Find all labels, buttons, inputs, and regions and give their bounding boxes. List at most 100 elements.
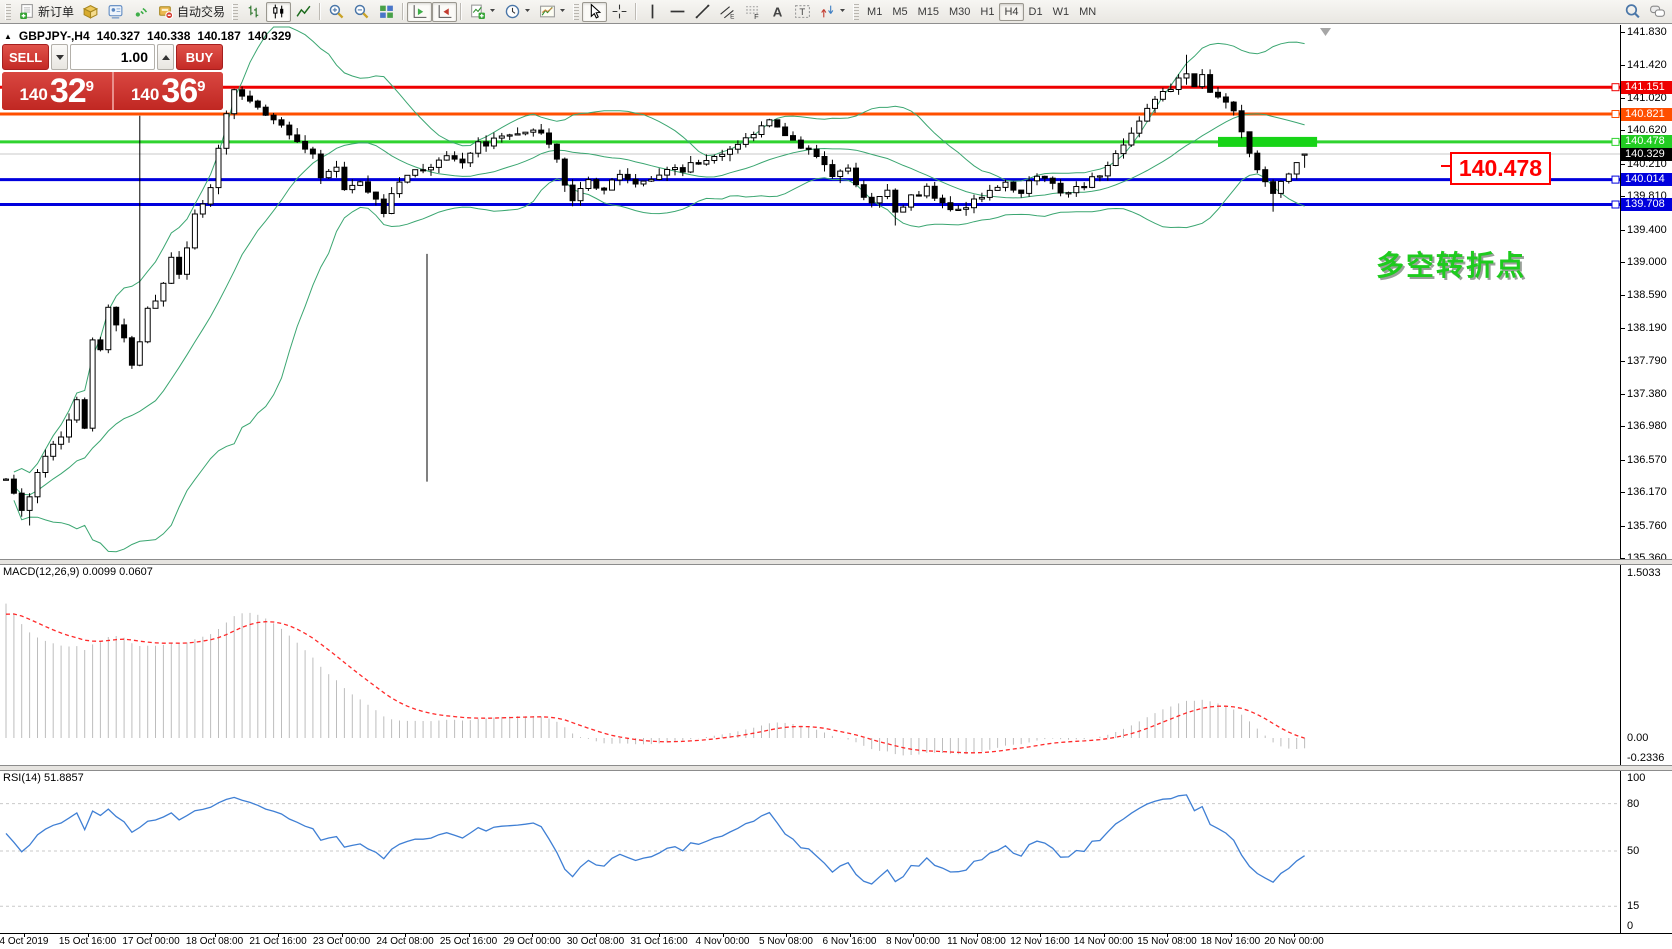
signals-button[interactable] [128, 2, 153, 22]
vertical-line-button[interactable] [640, 2, 665, 22]
cursor-button[interactable] [582, 2, 607, 22]
autotrade-button-label: 自动交易 [177, 3, 225, 20]
time-tick-label: 18 Nov 16:00 [1201, 936, 1261, 947]
toolbar-grip[interactable] [573, 4, 579, 20]
chat-button[interactable] [1645, 2, 1670, 22]
timeframe-M30[interactable]: M30 [944, 3, 975, 21]
sell-button[interactable]: SELL [2, 44, 49, 70]
chart-shift-button[interactable] [432, 2, 457, 22]
price-tick-mark [1621, 262, 1625, 263]
volume-decrease-button[interactable] [51, 44, 68, 70]
time-tick-label: 31 Oct 16:00 [630, 936, 687, 947]
rsi-axis-label: 50 [1627, 845, 1639, 857]
trendline-button[interactable] [690, 2, 715, 22]
terminal-button[interactable] [103, 2, 128, 22]
shapes-button[interactable] [815, 2, 850, 22]
price-tick-label: 141.020 [1627, 92, 1667, 104]
toolbar-grip[interactable] [5, 4, 11, 20]
label-button[interactable]: T [790, 2, 815, 22]
main-chart-canvas[interactable] [0, 25, 1620, 565]
time-axis[interactable]: 4 Oct 201915 Oct 16:0017 Oct 00:0018 Oct… [0, 933, 1672, 949]
label-icon: T [794, 3, 811, 20]
text-button[interactable]: A [765, 2, 790, 22]
fibonacci-button[interactable]: F [740, 2, 765, 22]
timeframe-H1[interactable]: H1 [975, 3, 999, 21]
line-chart-button[interactable] [291, 2, 316, 22]
bid-price-button[interactable]: 140 32 9 [2, 72, 114, 110]
zoom-out-button[interactable] [349, 2, 374, 22]
time-tick-label: 15 Nov 08:00 [1137, 936, 1197, 947]
turning-point-annotation[interactable]: 多空转折点 [1376, 244, 1526, 284]
channel-icon: E [719, 3, 736, 20]
ohlc-open: 140.327 [97, 29, 140, 43]
horizontal-line-button[interactable] [665, 2, 690, 22]
pane-separator-macd[interactable] [0, 559, 1672, 565]
chart-region[interactable]: 141.830141.420141.020140.620140.210139.8… [0, 25, 1672, 949]
time-tick-label: 4 Nov 00:00 [696, 936, 750, 947]
macd-axis-label: -0.2336 [1627, 752, 1664, 764]
price-axis[interactable]: 141.830141.420141.020140.620140.210139.8… [1621, 25, 1672, 560]
channel-button[interactable]: E [715, 2, 740, 22]
toolbar-grip[interactable] [853, 4, 859, 20]
bar-chart-button[interactable] [241, 2, 266, 22]
timeframe-M15[interactable]: M15 [913, 3, 944, 21]
price-tick-label: 135.760 [1627, 520, 1667, 532]
auto-scroll-button[interactable] [407, 2, 432, 22]
time-tick-label: 17 Oct 00:00 [122, 936, 179, 947]
price-callout-box[interactable]: 140.478 [1450, 152, 1551, 185]
tile-windows-icon [378, 3, 395, 20]
chevron-down-icon [489, 2, 496, 21]
time-tick-label: 11 Nov 08:00 [947, 936, 1006, 947]
price-tick-mark [1621, 130, 1625, 131]
autotrade-icon [157, 3, 174, 20]
price-tick-label: 139.400 [1627, 224, 1667, 236]
price-marker-140.478: 140.478 [1621, 135, 1672, 148]
crosshair-icon [611, 3, 628, 20]
timeframe-M5[interactable]: M5 [887, 3, 912, 21]
new-order-button[interactable]: 新订单 [14, 2, 78, 22]
periods-button[interactable] [500, 2, 535, 22]
timeframe-MN[interactable]: MN [1074, 3, 1101, 21]
price-tick-mark [1621, 295, 1625, 296]
timeframe-D1[interactable]: D1 [1024, 3, 1048, 21]
bid-big-digits: 32 [50, 74, 86, 108]
callout-connector [1441, 165, 1450, 167]
volume-increase-button[interactable] [157, 44, 174, 70]
zoom-in-button[interactable] [324, 2, 349, 22]
buy-button[interactable]: BUY [176, 44, 223, 70]
pane-separator-rsi[interactable] [0, 765, 1672, 771]
ohlc-high: 140.338 [147, 29, 190, 43]
price-tick-label: 136.570 [1627, 454, 1667, 466]
volume-input[interactable] [70, 44, 155, 70]
macd-pane-canvas[interactable] [0, 564, 1620, 770]
crosshair-button[interactable] [607, 2, 632, 22]
autotrade-button[interactable]: 自动交易 [153, 2, 229, 22]
bar-chart-icon [245, 3, 262, 20]
candlestick-chart-button[interactable] [266, 2, 291, 22]
timeframe-W1[interactable]: W1 [1048, 3, 1075, 21]
ask-pip-digit: 9 [197, 79, 205, 94]
price-tick-label: 138.590 [1627, 289, 1667, 301]
tile-windows-button[interactable] [374, 2, 399, 22]
metaeditor-button[interactable] [78, 2, 103, 22]
ask-price-button[interactable]: 140 36 9 [114, 72, 224, 110]
timeframe-M1[interactable]: M1 [862, 3, 887, 21]
price-marker-140.329: 140.329 [1621, 148, 1672, 161]
toolbar-grip[interactable] [232, 4, 238, 20]
new-chart-button[interactable] [465, 2, 500, 22]
templates-button[interactable] [535, 2, 570, 22]
svg-text:A: A [773, 4, 783, 19]
panel-collapse-icon[interactable]: ▲ [4, 32, 12, 41]
symbol-info: ▲ GBPJPY-,H4 140.327 140.338 140.187 140… [4, 29, 291, 43]
svg-text:E: E [730, 13, 734, 20]
time-tick-label: 4 Oct 2019 [0, 936, 48, 947]
toolbar-separator [460, 3, 462, 20]
chevron-down-icon [524, 2, 531, 21]
timeframe-H4[interactable]: H4 [999, 3, 1023, 21]
rsi-pane-canvas[interactable] [0, 770, 1620, 938]
time-tick-label: 5 Nov 08:00 [759, 936, 813, 947]
mt4-window: 新订单自动交易EFATM1M5M15M30H1H4D1W1MN 141.8301… [0, 0, 1672, 949]
candlestick-chart-icon [270, 3, 287, 20]
search-button[interactable] [1620, 2, 1645, 22]
price-tick-label: 141.420 [1627, 59, 1667, 71]
